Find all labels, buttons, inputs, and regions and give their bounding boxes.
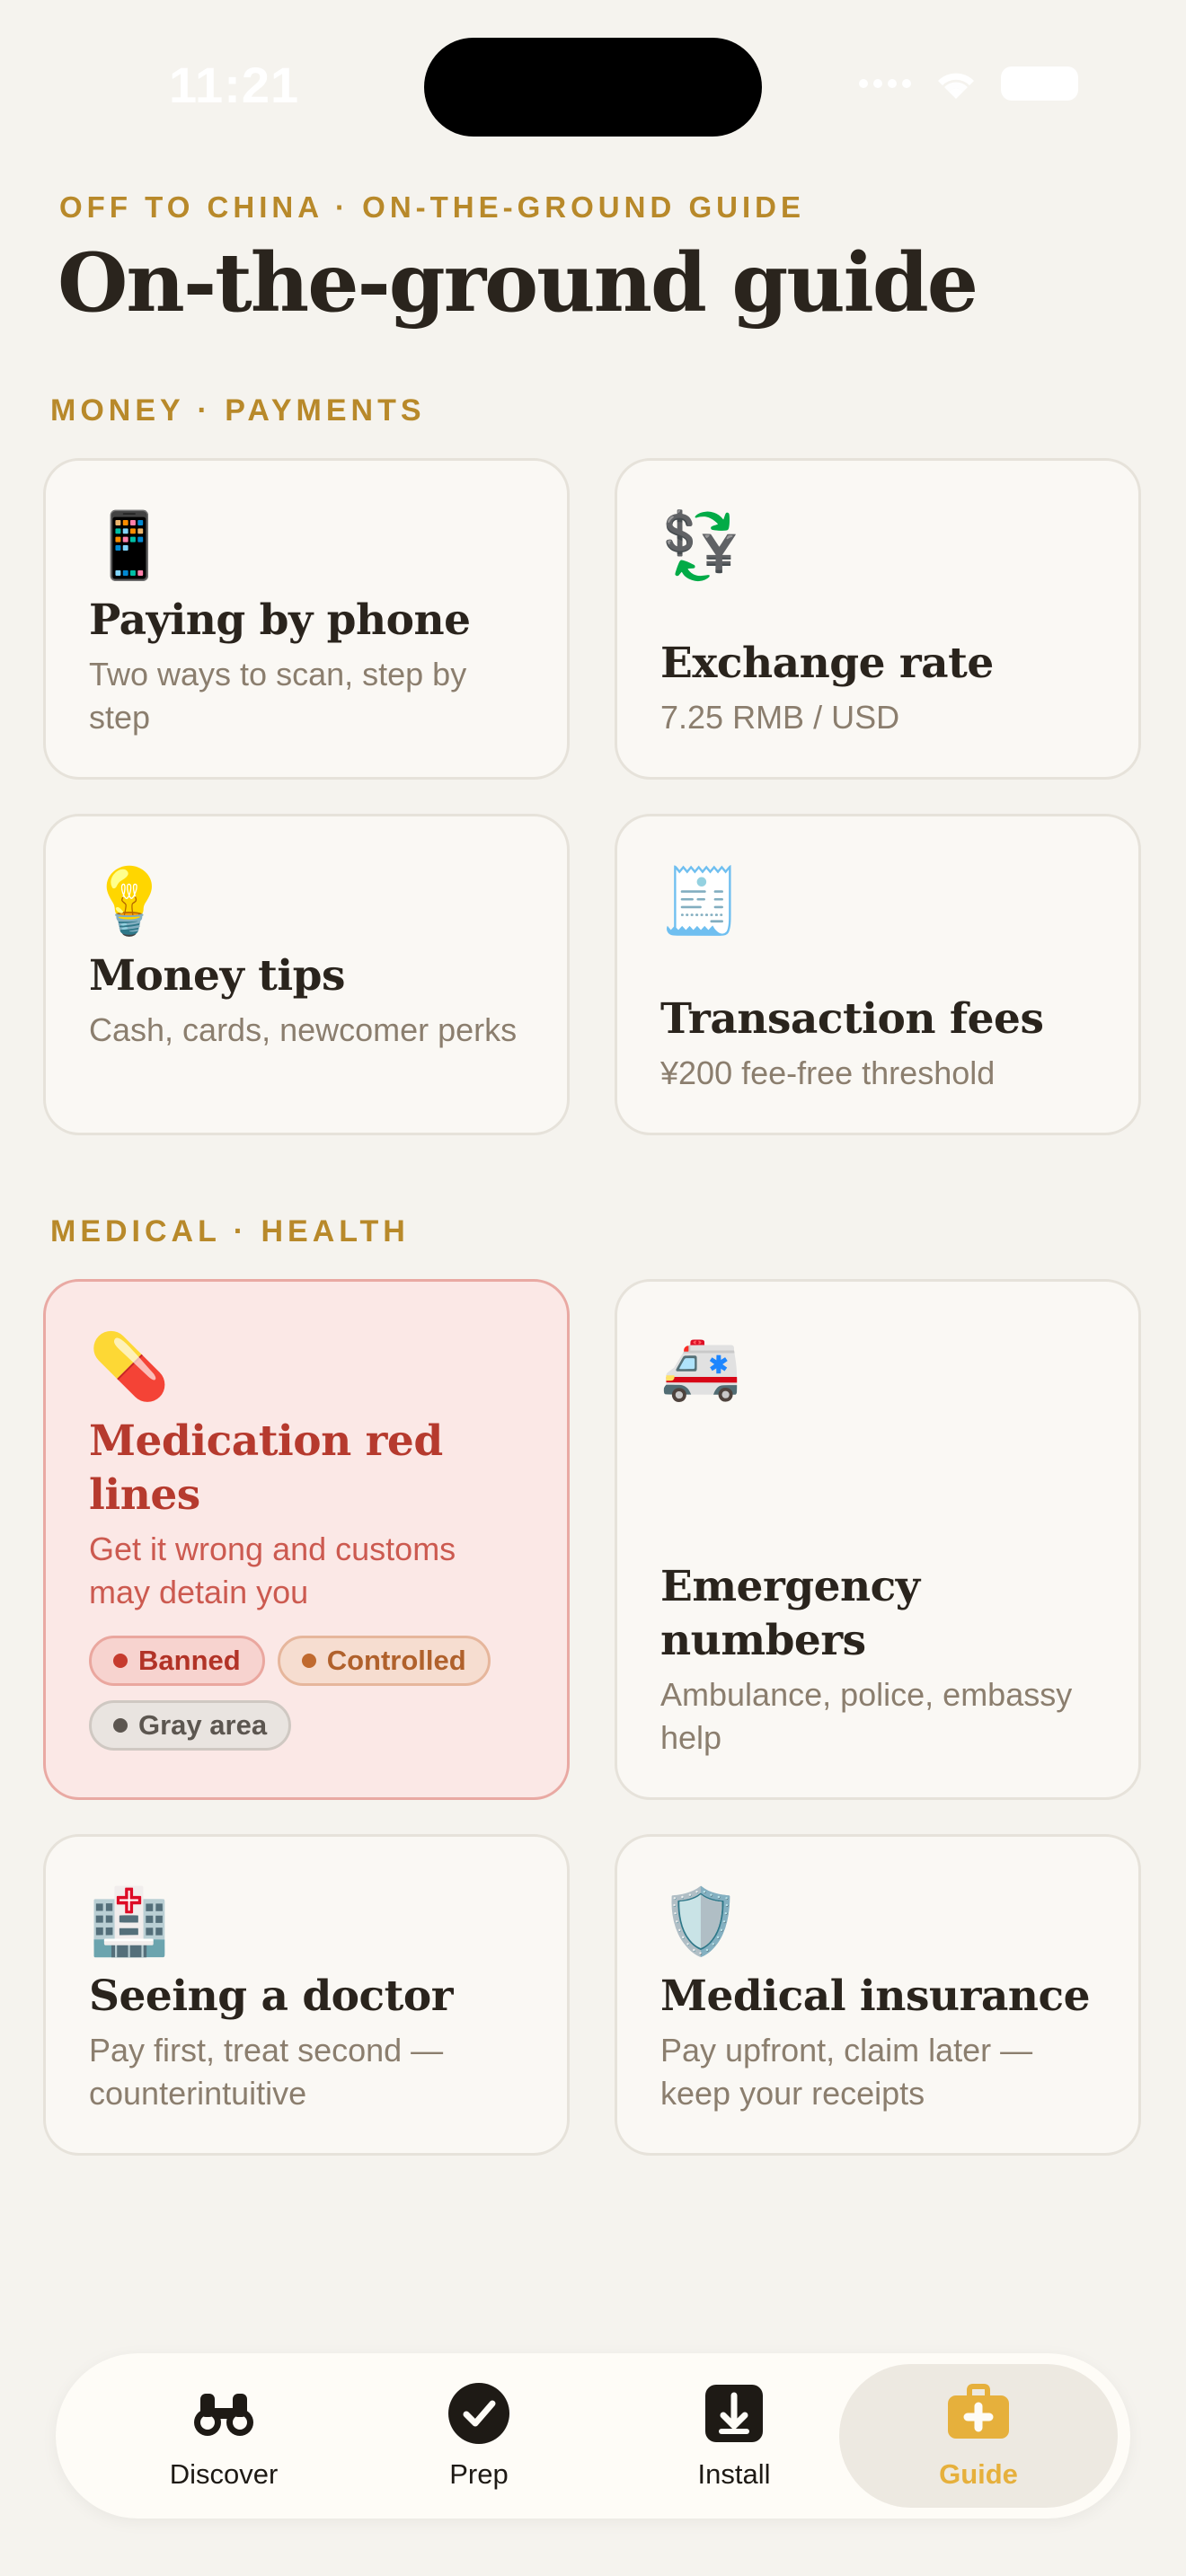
card-title: Exchange rate	[660, 639, 994, 688]
tag-label: Controlled	[326, 1645, 466, 1676]
card-title: Money tips	[89, 951, 346, 1001]
card-title: Medical insurance	[660, 1972, 1091, 2021]
card-medication-red-lines[interactable]: 💊 Medication red lines Get it wrong and …	[43, 1279, 570, 1800]
card-subtitle: Get it wrong and customs may detain you	[89, 1531, 456, 1610]
card-seeing-a-doctor[interactable]: 🏥 Seeing a doctor Pay first, treat secon…	[43, 1834, 570, 2156]
tab-discover[interactable]: Discover	[93, 2353, 354, 2519]
card-subtitle: Cash, cards, newcomer perks	[89, 1011, 518, 1048]
card-subtitle: Ambulance, police, embassy help	[660, 1676, 1073, 1756]
dynamic-island	[424, 38, 762, 137]
card-subtitle: Pay first, treat second — counterintuiti…	[89, 2032, 444, 2112]
tag-gray-area: Gray area	[89, 1700, 292, 1751]
tab-guide[interactable]: Guide	[839, 2364, 1118, 2508]
card-money-tips[interactable]: 💡 Money tips Cash, cards, newcomer perks	[43, 814, 570, 1135]
status-time: 11:21	[169, 57, 300, 113]
first-aid-kit-icon	[948, 2384, 1009, 2439]
download-icon	[705, 2385, 763, 2442]
mobile-phone-icon: 📱	[89, 510, 170, 582]
tag-list: Banned Controlled Gray area	[89, 1636, 524, 1751]
status-dot	[301, 1654, 316, 1668]
tag-controlled: Controlled	[277, 1636, 491, 1686]
card-title: Emergency numbers	[660, 1562, 920, 1665]
page-eyebrow: OFF TO CHINA · ON-THE-GROUND GUIDE	[59, 190, 805, 224]
checkmark-circle-icon	[448, 2383, 509, 2444]
section-label-money: MONEY · PAYMENTS	[50, 393, 426, 428]
card-transaction-fees[interactable]: 🧾 Transaction fees ¥200 fee-free thresho…	[615, 814, 1141, 1135]
tab-label: Guide	[939, 2458, 1018, 2490]
card-medical-insurance[interactable]: 🛡️ Medical insurance Pay upfront, claim …	[615, 1834, 1141, 2156]
page-title: On-the-ground guide	[58, 235, 978, 331]
shield-icon: 🛡️	[660, 1886, 741, 1958]
card-subtitle: 7.25 RMB / USD	[660, 699, 900, 736]
ambulance-icon: 🚑	[660, 1331, 741, 1403]
receipt-icon: 🧾	[660, 866, 741, 938]
light-bulb-icon: 💡	[89, 866, 170, 938]
tab-bar: Discover Prep Install Guide	[56, 2353, 1130, 2519]
card-title: Transaction fees	[660, 994, 1044, 1044]
tab-label: Install	[697, 2458, 771, 2490]
cellular-signal-icon	[859, 79, 911, 88]
card-title: Seeing a doctor	[89, 1972, 453, 2021]
tag-label: Gray area	[138, 1709, 268, 1741]
card-paying-by-phone[interactable]: 📱 Paying by phone Two ways to scan, step…	[43, 458, 570, 780]
card-subtitle: Two ways to scan, step by step	[89, 656, 467, 736]
tab-install[interactable]: Install	[604, 2353, 864, 2519]
tab-label: Prep	[449, 2458, 509, 2490]
tab-prep[interactable]: Prep	[349, 2353, 609, 2519]
currency-exchange-icon: 💱	[660, 510, 741, 582]
card-subtitle: Pay upfront, claim later — keep your rec…	[660, 2032, 1033, 2112]
pill-icon: 💊	[89, 1331, 170, 1403]
card-title: Medication red lines	[89, 1416, 443, 1520]
tag-label: Banned	[138, 1645, 241, 1676]
card-title: Paying by phone	[89, 595, 471, 645]
tab-label: Discover	[169, 2458, 279, 2490]
hospital-icon: 🏥	[89, 1886, 170, 1958]
card-exchange-rate[interactable]: 💱 Exchange rate 7.25 RMB / USD	[615, 458, 1141, 780]
card-emergency-numbers[interactable]: 🚑 Emergency numbers Ambulance, police, e…	[615, 1279, 1141, 1800]
tag-banned: Banned	[89, 1636, 265, 1686]
status-icons	[859, 65, 1078, 102]
card-subtitle: ¥200 fee-free threshold	[660, 1054, 996, 1091]
battery-icon	[1001, 66, 1078, 101]
wifi-icon	[938, 73, 974, 99]
screen: 11:21 OFF TO CHINA · ON-THE-GROUND GUIDE…	[0, 0, 1186, 2576]
status-dot	[113, 1654, 128, 1668]
section-label-medical: MEDICAL · HEALTH	[50, 1214, 410, 1248]
status-dot	[113, 1718, 128, 1733]
binoculars-icon	[194, 2394, 253, 2436]
